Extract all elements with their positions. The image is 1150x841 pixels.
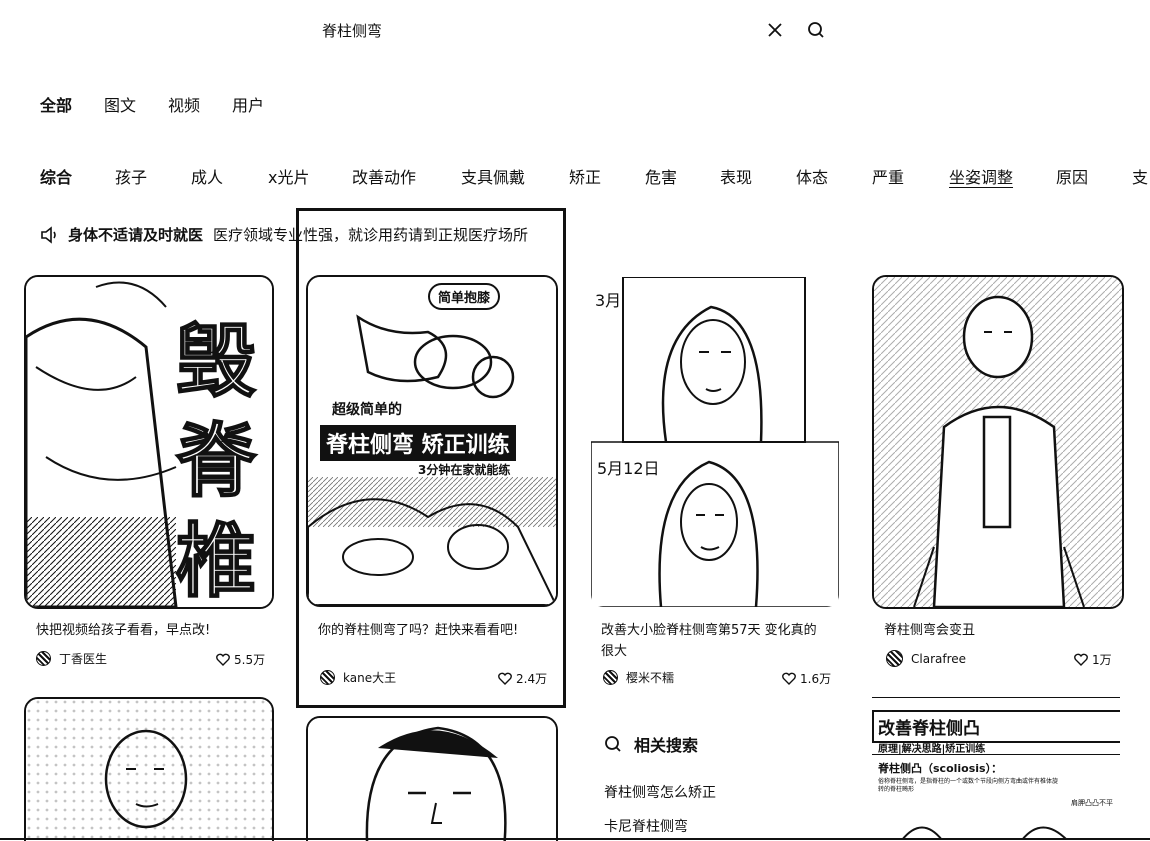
speaker-icon	[41, 225, 56, 244]
topic-tab[interactable]: 改善动作	[352, 164, 416, 188]
topic-tab[interactable]: 危害	[645, 164, 677, 188]
topic-tab[interactable]: 支	[1132, 164, 1148, 188]
cover-illustration	[901, 826, 1068, 840]
card-author[interactable]: 樱米不糯	[603, 669, 674, 686]
related-searches: 相关搜索 脊柱侧弯怎么矫正 卡尼脊柱侧弯	[604, 732, 716, 836]
like-count: 5.5万	[234, 653, 266, 667]
topic-tab[interactable]: 原因	[1056, 164, 1088, 188]
topic-tab[interactable]: 表现	[720, 164, 752, 188]
notice-bold: 身体不适请及时就医	[68, 226, 204, 244]
heart-icon	[498, 672, 512, 685]
topic-tab[interactable]: 成人	[191, 164, 223, 188]
cover-text: 超级简单的	[332, 402, 402, 418]
topic-tab[interactable]: x光片	[268, 164, 309, 188]
type-tabs: 全部 图文 视频 用户	[40, 92, 264, 116]
heart-icon	[216, 653, 230, 666]
cover-illustration	[874, 277, 1122, 607]
card-cover-image[interactable]: 简单抱膝 超级简单的 脊柱侧弯 矫正训练 3分钟在家就能练	[306, 275, 558, 607]
cover-subheading: 原理|解决思路|矫正训练	[878, 744, 986, 755]
like-button[interactable]: 1万	[1074, 651, 1112, 668]
tab-all[interactable]: 全部	[40, 92, 72, 116]
search-results-page: 脊柱侧弯 全部 图文 视频 用户 综合 孩子 成人 x光片 改善动作 支具佩戴 …	[0, 0, 1150, 841]
like-count: 2.4万	[516, 672, 548, 686]
author-name: Clarafree	[911, 651, 967, 666]
card-cover-image[interactable]: 3月 5月12日	[589, 275, 841, 609]
divider	[0, 838, 1150, 840]
like-button[interactable]: 5.5万	[216, 651, 265, 668]
like-count: 1万	[1092, 653, 1112, 667]
card-cover-image[interactable]: 改善脊柱侧凸 原理|解决思路|矫正训练 脊柱侧凸（scoliosis）： 俗称脊…	[872, 710, 1120, 841]
topic-tabs: 综合 孩子 成人 x光片 改善动作 支具佩戴 矫正 危害 表现 体态 严重 坐姿…	[40, 164, 1150, 188]
topic-tab[interactable]: 综合	[40, 164, 72, 188]
cover-text: 3月	[595, 291, 622, 310]
avatar	[886, 650, 903, 667]
cover-text: 椎	[175, 514, 257, 608]
avatar	[36, 651, 51, 666]
cover-text: 脊	[175, 414, 257, 509]
cover-text: 脊柱侧弯 矫正训练	[320, 425, 516, 461]
topic-tab[interactable]: 坐姿调整	[949, 164, 1013, 188]
card-cover-image[interactable]	[306, 716, 558, 841]
tab-image-text[interactable]: 图文	[104, 92, 136, 116]
card-cover-image[interactable]	[872, 275, 1124, 609]
related-search-item[interactable]: 卡尼脊柱侧弯	[604, 816, 716, 836]
card-cover-image[interactable]	[24, 697, 274, 841]
search-icon	[605, 736, 621, 752]
card-author[interactable]: Clarafree	[886, 650, 966, 667]
cover-text: 简单抱膝	[428, 283, 501, 310]
card-author[interactable]: 丁香医生	[36, 650, 107, 667]
search-query[interactable]: 脊柱侧弯	[322, 20, 382, 41]
cover-text: 毁	[175, 314, 257, 409]
cover-text: 5月12日	[597, 459, 660, 478]
card-title[interactable]: 脊柱侧弯会变丑	[884, 620, 1109, 641]
cover-text: 3分钟在家就能练	[418, 463, 511, 477]
card-cover-image[interactable]: 毁 脊 椎	[24, 275, 274, 609]
card-author[interactable]: kane大王	[320, 669, 396, 686]
related-heading-text: 相关搜索	[634, 736, 699, 755]
heart-icon	[1074, 653, 1088, 666]
like-button[interactable]: 1.6万	[782, 670, 831, 687]
topic-tab[interactable]: 支具佩戴	[461, 164, 525, 188]
related-heading: 相关搜索	[604, 732, 716, 756]
tab-user[interactable]: 用户	[232, 92, 264, 116]
cover-illustration	[308, 718, 556, 841]
like-button[interactable]: 2.4万	[498, 670, 547, 687]
card-title[interactable]: 快把视频给孩子看看，早点改!	[36, 620, 266, 641]
author-name: 丁香医生	[59, 652, 108, 666]
like-count: 1.6万	[800, 672, 832, 686]
cover-note: 肩胛凸凸不平	[1071, 799, 1113, 807]
divider	[872, 697, 1120, 700]
cover-illustration	[26, 699, 272, 841]
avatar	[603, 670, 618, 685]
cover-heading: 改善脊柱侧凸	[872, 710, 1120, 743]
cover-term: 脊柱侧凸（scoliosis）：	[878, 762, 1003, 775]
cover-body: 俗称脊柱侧弯，是指脊柱的一个或数个节段向侧方弯曲或伴有椎体旋转的脊柱畸形	[878, 778, 1059, 793]
heart-icon	[782, 672, 796, 685]
topic-tab[interactable]: 孩子	[115, 164, 147, 188]
card-title[interactable]: 改善大小脸脊柱侧弯第57天 变化真的很大	[601, 620, 826, 662]
avatar	[320, 670, 335, 685]
tab-video[interactable]: 视频	[168, 92, 200, 116]
author-name: kane大王	[343, 671, 397, 685]
topic-tab[interactable]: 严重	[872, 164, 904, 188]
author-name: 樱米不糯	[626, 671, 675, 685]
topic-tab[interactable]: 体态	[796, 164, 828, 188]
close-icon[interactable]	[764, 19, 786, 41]
related-search-item[interactable]: 脊柱侧弯怎么矫正	[604, 782, 716, 802]
topic-tab[interactable]: 矫正	[569, 164, 601, 188]
cover-illustration	[591, 277, 839, 607]
search-icon[interactable]	[805, 19, 827, 41]
card-title[interactable]: 你的脊柱侧弯了吗？赶快来看看吧!	[318, 620, 543, 641]
divider	[872, 754, 1120, 755]
